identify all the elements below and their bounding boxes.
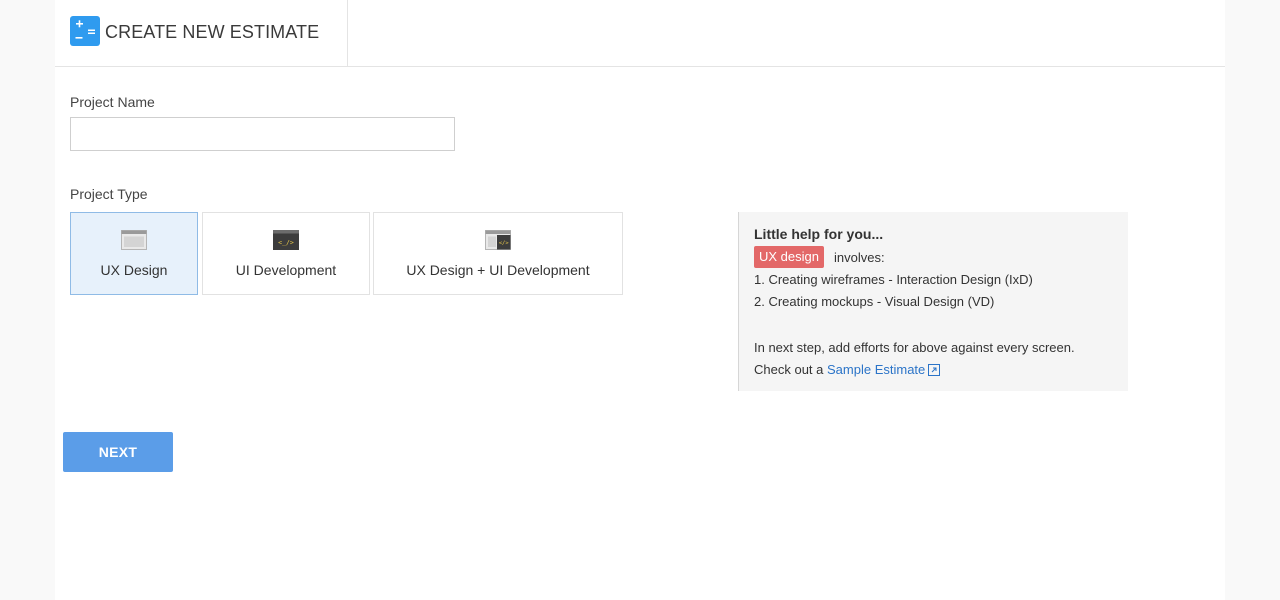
involves-text: involves: (834, 250, 885, 265)
project-name-label: Project Name (70, 94, 155, 110)
estimate-card: CREATE NEW ESTIMATE Project Name Project… (55, 0, 1225, 600)
header-title-cell: CREATE NEW ESTIMATE (55, 0, 348, 66)
project-type-ui-development[interactable]: <_/> UI Development (202, 212, 370, 295)
browser-window-icon (121, 230, 147, 250)
ux-design-badge: UX design (754, 246, 824, 268)
svg-text:</>: </> (499, 241, 510, 247)
help-item: 1. Creating wireframes - Interaction Des… (754, 272, 1033, 287)
page-header: CREATE NEW ESTIMATE (55, 0, 1225, 67)
sample-estimate-link[interactable]: Sample Estimate (827, 362, 941, 377)
svg-text:<_/>: <_/> (278, 239, 294, 247)
project-type-label-ux: UX Design (100, 262, 168, 278)
page-title: CREATE NEW ESTIMATE (105, 22, 320, 42)
project-type-ux-ui[interactable]: </> UX Design + UI Development (373, 212, 623, 295)
project-name-input[interactable] (70, 117, 455, 151)
sample-estimate-link-text: Sample Estimate (827, 362, 926, 377)
help-panel: Little help for you... UX design involve… (738, 212, 1128, 391)
help-title: Little help for you... (754, 226, 884, 242)
browser-code-icon: </> (485, 230, 511, 250)
help-item: 2. Creating mockups - Visual Design (VD) (754, 294, 995, 309)
project-type-ux-design[interactable]: UX Design (70, 212, 198, 295)
project-type-label-ux-ui: UX Design + UI Development (406, 262, 590, 278)
calculator-icon (70, 16, 100, 46)
next-button[interactable]: NEXT (63, 432, 173, 472)
project-type-label-ui: UI Development (235, 262, 337, 278)
external-link-icon (928, 364, 941, 376)
project-type-label: Project Type (70, 186, 148, 202)
code-terminal-icon: <_/> (273, 230, 299, 250)
sample-estimate-line: Check out a Sample Estimate (754, 362, 941, 377)
help-note: In next step, add efforts for above agai… (754, 340, 1075, 355)
checkout-prefix: Check out a (754, 362, 824, 377)
